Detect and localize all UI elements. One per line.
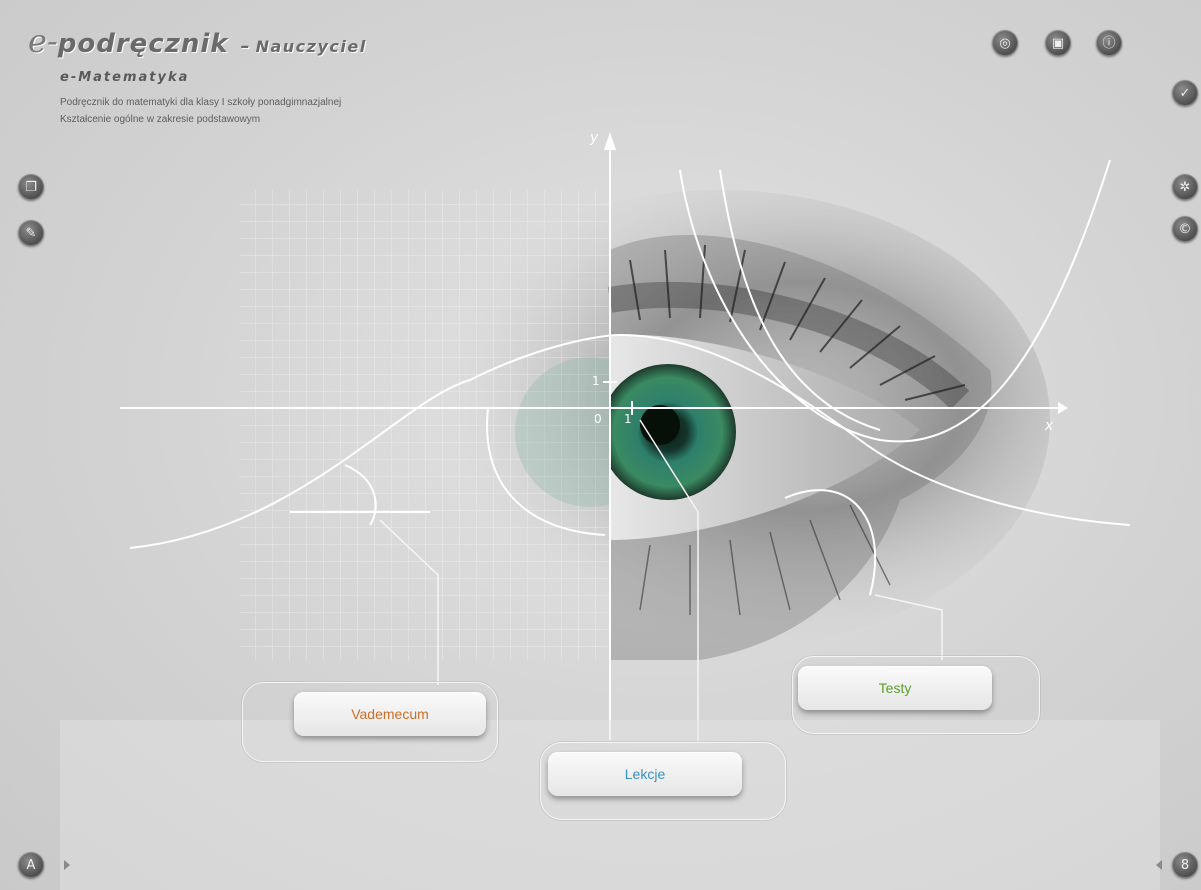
testy-button[interactable]: Testy xyxy=(798,666,992,710)
y-unit-label: 1 xyxy=(592,374,600,388)
lekcje-label: Lekcje xyxy=(624,766,666,782)
pages-button[interactable]: ❐ xyxy=(18,174,44,200)
document-icon: ▣ xyxy=(1051,35,1065,51)
copy-pages-icon: ❐ xyxy=(25,179,37,195)
title-role: Nauczyciel xyxy=(255,37,367,56)
origin-label: 0 xyxy=(594,412,602,426)
lekcje-button[interactable]: Lekcje xyxy=(548,752,742,796)
compass-tool-right-icon: 8 xyxy=(1180,857,1190,873)
info-button[interactable]: ⓘ xyxy=(1096,30,1122,56)
description-line-1: Podręcznik do matematyki dla klasy I szk… xyxy=(60,97,342,108)
lifebuoy-icon: ◎ xyxy=(999,35,1011,51)
subject-title: e-Matematyka xyxy=(60,70,190,85)
copyright-button[interactable]: © xyxy=(1172,216,1198,242)
checkmark-icon: ✓ xyxy=(1179,85,1191,101)
compass-tool-icon: A xyxy=(26,857,36,873)
check-button[interactable]: ✓ xyxy=(1172,80,1198,106)
expand-left-arrow-icon[interactable] xyxy=(1156,860,1162,870)
info-icon: ⓘ xyxy=(1102,35,1116,51)
y-axis-label: y xyxy=(590,130,599,146)
notes-button[interactable]: ✎ xyxy=(18,220,44,246)
title-e-prefix: e- xyxy=(28,22,58,60)
copyright-icon: © xyxy=(1178,221,1192,237)
fan-icon: ✲ xyxy=(1179,179,1191,195)
edit-notes-icon: ✎ xyxy=(25,225,37,241)
title-brand: podręcznik xyxy=(57,29,229,59)
description-line-2: Kształcenie ogólne w zakresie podstawowy… xyxy=(60,114,261,125)
expand-right-arrow-icon[interactable] xyxy=(64,860,70,870)
x-unit-label: 1 xyxy=(624,412,632,426)
right-tools-button[interactable]: 8 xyxy=(1172,852,1198,878)
testy-label: Testy xyxy=(878,680,912,696)
title-separator: – xyxy=(240,36,250,57)
eye-pupil xyxy=(640,405,680,445)
document-button[interactable]: ▣ xyxy=(1045,30,1071,56)
vademecum-button[interactable]: Vademecum xyxy=(294,692,486,736)
left-tools-button[interactable]: A xyxy=(18,852,44,878)
fan-button[interactable]: ✲ xyxy=(1172,174,1198,200)
x-axis-label: x xyxy=(1045,418,1054,434)
app-title: e-podręcznik – Nauczyciel xyxy=(28,22,367,60)
vademecum-label: Vademecum xyxy=(351,706,429,722)
help-button[interactable]: ◎ xyxy=(992,30,1018,56)
